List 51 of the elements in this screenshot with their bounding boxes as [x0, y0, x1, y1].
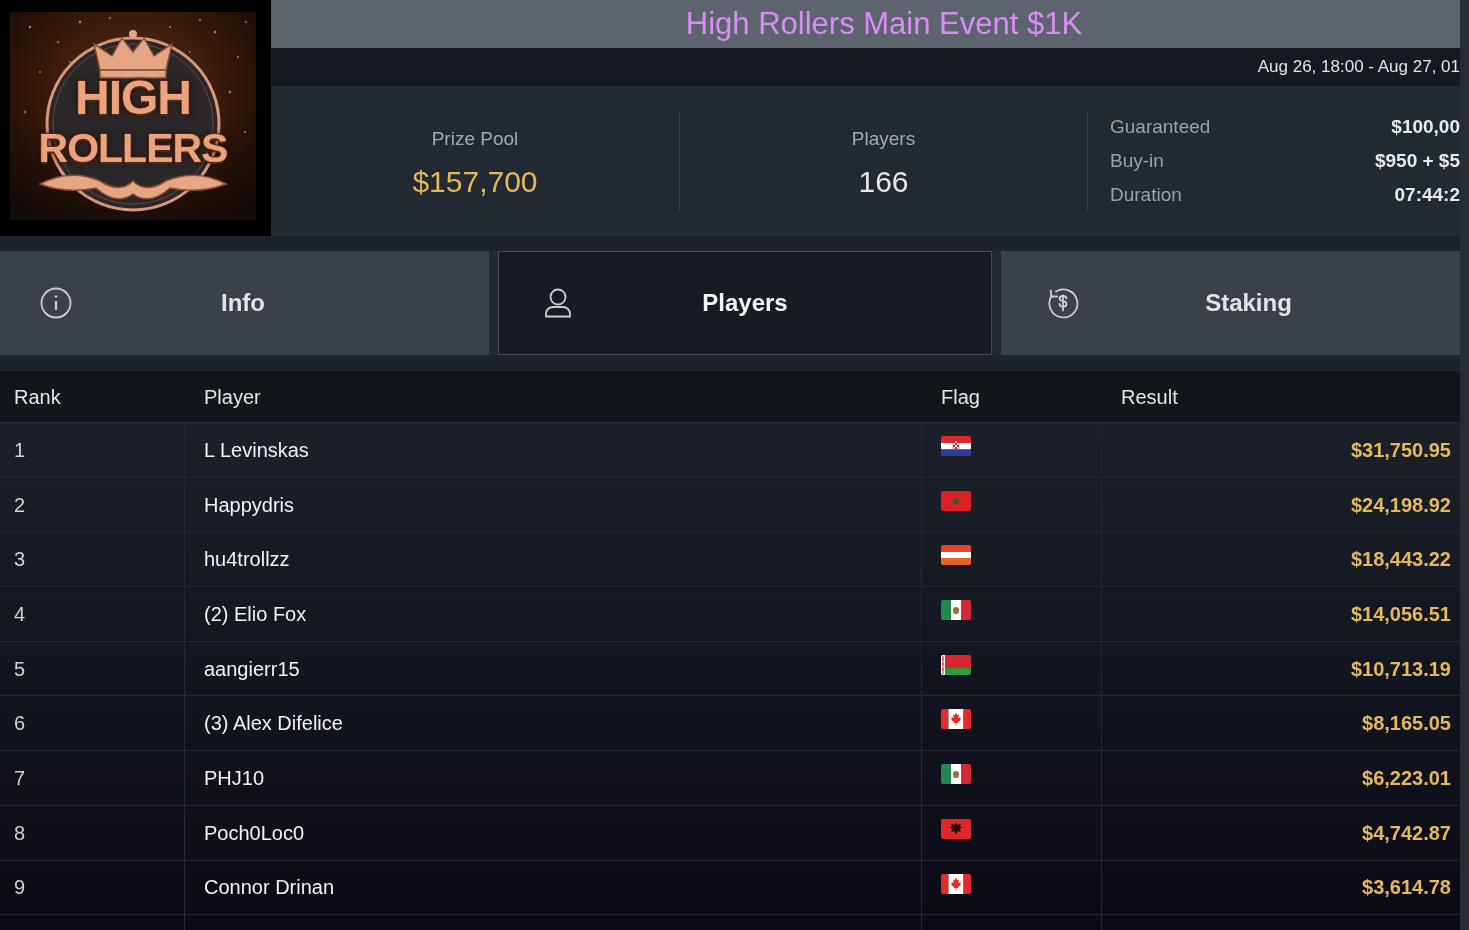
rank-cell-text: 7 [14, 765, 26, 791]
rank-cell-text: 1 [14, 437, 26, 463]
user-icon [544, 288, 572, 318]
rank-cell-text: 4 [14, 601, 26, 627]
player-name: Happydris [204, 492, 295, 518]
rank-cell-text: 8 [14, 820, 26, 846]
result-amount: $8,165.05 [1362, 711, 1451, 737]
result-amount: $31,750.95 [1350, 437, 1451, 463]
rank-cell-text: 5 [14, 656, 26, 682]
player-name: hu4trollzz [204, 547, 290, 573]
player-name: aangierr15 [204, 656, 300, 682]
tab[interactable]: Staking [1001, 251, 1460, 355]
result-amount: $18,443.22 [1350, 547, 1451, 573]
detail-label: Duration [1110, 182, 1182, 207]
result-amount: $4,742.87 [1362, 820, 1451, 846]
result-amount: $10,713.19 [1350, 656, 1451, 682]
event-title: High Rollers Main Event $1K [685, 4, 1083, 43]
detail-value: $100,00 [1391, 114, 1460, 139]
stat-value: $157,700 [412, 167, 538, 198]
player-name: L Levinskas [204, 437, 309, 463]
result-amount: $24,198.92 [1350, 492, 1451, 518]
scrollbar-track[interactable] [1460, 0, 1469, 930]
event-schedule: Aug 26, 18:00 - Aug 27, 01 [1257, 56, 1460, 79]
player-name: (2) Elio Fox [204, 601, 307, 627]
stat-value: 166 [858, 167, 909, 198]
rank-cell-text: 2 [14, 492, 26, 518]
stat-label: Prize Pool [431, 126, 519, 151]
detail-label: Buy-in [1110, 148, 1164, 173]
player-name: PHJ10 [204, 765, 265, 791]
player-name: Connor Drinan [204, 875, 335, 901]
result-amount: $14,056.51 [1350, 601, 1451, 627]
dollar-circle-icon [1047, 287, 1079, 319]
rank-cell-text: 9 [14, 875, 26, 901]
column-header: Flag [941, 384, 980, 410]
result-amount: $3,614.78 [1362, 875, 1451, 901]
column-header: Result [1121, 384, 1178, 410]
player-name: (3) Alex Difelice [204, 711, 343, 737]
column-header: Player [204, 384, 261, 410]
detail-value: 07:44:2 [1394, 182, 1460, 207]
tab[interactable]: Info [0, 251, 489, 355]
rank-cell-text: 6 [14, 711, 26, 737]
result-amount: $6,223.01 [1362, 765, 1451, 791]
column-header: Rank [14, 384, 61, 410]
info-icon [40, 287, 72, 319]
rank-cell-text: 3 [14, 547, 26, 573]
detail-label: Guaranteed [1110, 114, 1211, 139]
tab[interactable]: Players [498, 251, 992, 355]
stat-label: Players [851, 126, 916, 151]
detail-value: $950 + $5 [1374, 148, 1460, 173]
player-name: Poch0Loc0 [204, 820, 305, 846]
logo-text: HIGH [75, 74, 191, 122]
